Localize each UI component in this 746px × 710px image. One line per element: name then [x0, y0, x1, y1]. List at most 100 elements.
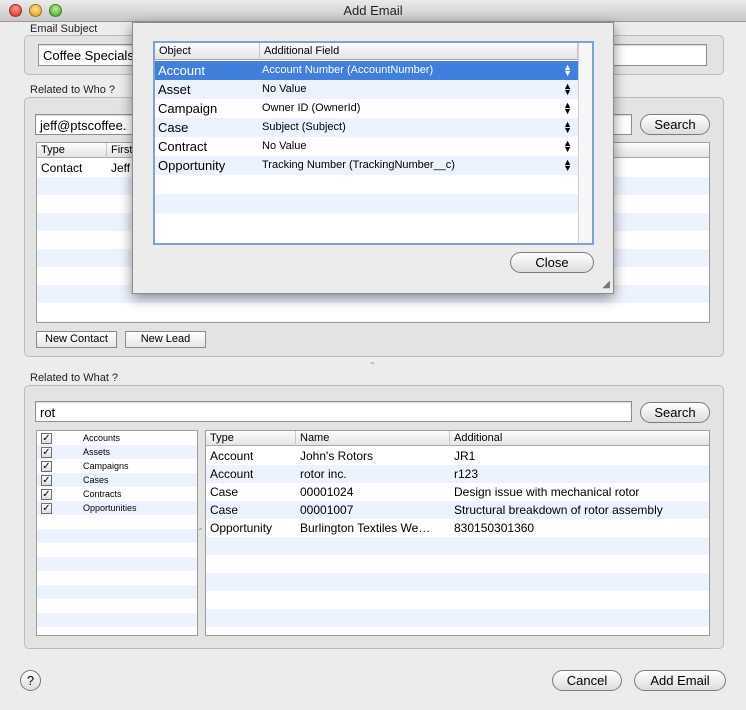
- table-row[interactable]: Account Account Number (AccountNumber) ▲…: [155, 61, 592, 80]
- who-column-type[interactable]: Type: [37, 143, 107, 158]
- filter-label: Contracts: [83, 489, 122, 499]
- cancel-button[interactable]: Cancel: [552, 670, 622, 691]
- empty-row: [206, 537, 709, 555]
- split-handle-icon[interactable]: ⌃: [197, 527, 204, 536]
- window-title: Add Email: [343, 3, 403, 18]
- empty-row: [37, 321, 709, 322]
- filter-item-campaigns[interactable]: ✓ Campaigns: [37, 459, 197, 473]
- help-button[interactable]: ?: [20, 670, 41, 691]
- add-email-button[interactable]: Add Email: [634, 670, 726, 691]
- cell-name: 00001024: [300, 485, 354, 499]
- cell-additional: Structural breakdown of rotor assembly: [454, 503, 663, 517]
- related-to-what-label: Related to What ?: [30, 372, 119, 384]
- table-row[interactable]: Opportunity Burlington Textiles We… 8301…: [206, 519, 709, 537]
- popup-scrollbar[interactable]: [578, 43, 592, 243]
- cell-name: rotor inc.: [300, 467, 347, 481]
- empty-row: [37, 571, 197, 585]
- table-row[interactable]: Account John's Rotors JR1: [206, 447, 709, 465]
- additional-field-sheet: Object Additional Field Account Account …: [132, 22, 614, 294]
- filter-item-opportunities[interactable]: ✓ Opportunities: [37, 501, 197, 515]
- stepper-arrows-icon[interactable]: ▲ ▼: [563, 158, 572, 173]
- filter-label: Assets: [83, 447, 111, 457]
- close-button[interactable]: Close: [510, 252, 594, 273]
- stepper-arrows-icon[interactable]: ▲ ▼: [563, 139, 572, 154]
- cell-object: Opportunity: [158, 158, 226, 173]
- empty-row: [37, 543, 197, 557]
- what-column-name[interactable]: Name: [296, 431, 450, 446]
- table-row[interactable]: Asset No Value ▲ ▼: [155, 80, 592, 99]
- cell-additional: JR1: [454, 449, 476, 463]
- empty-row: [37, 585, 197, 599]
- cell-field-select[interactable]: Subject (Subject): [262, 118, 346, 137]
- who-search-button[interactable]: Search: [640, 114, 710, 135]
- table-row[interactable]: Case 00001007 Structural breakdown of ro…: [206, 501, 709, 519]
- what-search-input[interactable]: rot: [35, 401, 632, 422]
- empty-row: [206, 609, 709, 627]
- what-results-table: Type Name Additional Account John's Roto…: [205, 430, 710, 636]
- filter-item-contracts[interactable]: ✓ Contracts: [37, 487, 197, 501]
- close-icon[interactable]: [9, 4, 22, 17]
- filter-label: Campaigns: [83, 461, 129, 471]
- zoom-icon[interactable]: [49, 4, 62, 17]
- table-row[interactable]: Account rotor inc. r123: [206, 465, 709, 483]
- cell-object: Campaign: [158, 101, 218, 116]
- stepper-arrows-icon[interactable]: ▲ ▼: [563, 120, 572, 135]
- cell-field-select[interactable]: No Value: [262, 80, 306, 99]
- filter-label: Cases: [83, 475, 109, 485]
- cell-additional: 830150301360: [454, 521, 535, 535]
- cell-additional: r123: [454, 467, 479, 481]
- popup-column-additional-field[interactable]: Additional Field: [260, 43, 578, 60]
- filter-item-cases[interactable]: ✓ Cases: [37, 473, 197, 487]
- empty-row: [206, 555, 709, 573]
- table-row[interactable]: Campaign Owner ID (OwnerId) ▲ ▼: [155, 99, 592, 118]
- cell-object: Case: [158, 120, 189, 135]
- what-search-button[interactable]: Search: [640, 402, 710, 423]
- checkmark-icon[interactable]: ✓: [41, 489, 52, 500]
- popup-column-object[interactable]: Object: [155, 43, 260, 60]
- stepper-arrows-icon[interactable]: ▲ ▼: [563, 82, 572, 97]
- minimize-icon[interactable]: [29, 4, 42, 17]
- window-titlebar: Add Email: [0, 0, 746, 22]
- cell-field-select[interactable]: Owner ID (OwnerId): [262, 99, 360, 118]
- table-row[interactable]: Contract No Value ▲ ▼: [155, 137, 592, 156]
- stepper-arrows-icon[interactable]: ▲ ▼: [563, 101, 572, 116]
- new-lead-button[interactable]: New Lead: [125, 331, 206, 348]
- object-filter-list: ✓ Accounts ✓ Assets ✓ Campaigns ✓ Cases …: [36, 430, 198, 636]
- table-row[interactable]: Case 00001024 Design issue with mechanic…: [206, 483, 709, 501]
- empty-row: [206, 573, 709, 591]
- empty-row: [155, 175, 592, 194]
- checkmark-icon[interactable]: ✓: [41, 461, 52, 472]
- table-row[interactable]: Opportunity Tracking Number (TrackingNum…: [155, 156, 592, 175]
- split-handle-icon[interactable]: ⌃: [369, 361, 376, 370]
- related-to-who-label: Related to Who ?: [30, 84, 115, 96]
- empty-row: [37, 613, 197, 627]
- checkmark-icon[interactable]: ✓: [41, 475, 52, 486]
- what-column-additional[interactable]: Additional: [450, 431, 709, 446]
- empty-row: [206, 591, 709, 609]
- filter-label: Accounts: [83, 433, 121, 443]
- cell-type: Account: [210, 467, 254, 481]
- filter-item-accounts[interactable]: ✓ Accounts: [37, 431, 197, 445]
- stepper-arrows-icon[interactable]: ▲ ▼: [563, 63, 572, 78]
- who-row-type: Contact: [41, 161, 83, 175]
- additional-field-table: Object Additional Field Account Account …: [153, 41, 594, 245]
- filter-label: Opportunities: [83, 503, 137, 513]
- cell-field-select[interactable]: No Value: [262, 137, 306, 156]
- email-subject-label: Email Subject: [30, 23, 98, 35]
- filter-item-assets[interactable]: ✓ Assets: [37, 445, 197, 459]
- resize-grip-icon[interactable]: ◢: [602, 279, 610, 290]
- checkmark-icon[interactable]: ✓: [41, 433, 52, 444]
- what-column-type[interactable]: Type: [206, 431, 296, 446]
- cell-object: Account: [158, 63, 205, 78]
- checkmark-icon[interactable]: ✓: [41, 447, 52, 458]
- cell-field-select[interactable]: Tracking Number (TrackingNumber__c): [262, 156, 455, 175]
- cell-object: Contract: [158, 139, 208, 154]
- checkmark-icon[interactable]: ✓: [41, 503, 52, 514]
- empty-row: [37, 599, 197, 613]
- new-contact-button[interactable]: New Contact: [36, 331, 117, 348]
- table-row[interactable]: Case Subject (Subject) ▲ ▼: [155, 118, 592, 137]
- cell-field-select[interactable]: Account Number (AccountNumber): [262, 61, 433, 80]
- who-row-first: Jeff: [111, 161, 131, 175]
- cell-type: Case: [210, 503, 239, 517]
- cell-object: Asset: [158, 82, 191, 97]
